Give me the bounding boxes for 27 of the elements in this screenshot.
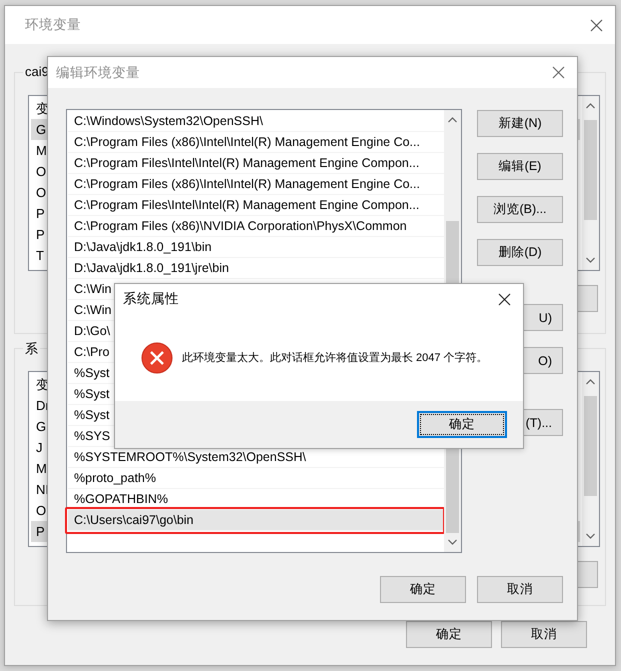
button[interactable]: 浏览(B)... [477,196,563,223]
cancel-button[interactable]: 取消 [477,576,563,603]
close-icon [498,292,510,306]
group-label: 系 [23,340,40,358]
button[interactable]: 新建(N) [477,110,563,137]
scrollbar[interactable] [582,96,599,270]
button[interactable]: 编辑(E) [477,153,563,180]
dialog-title: 编辑环境变量 [56,64,140,82]
close-icon [590,18,602,32]
ok-button[interactable]: 确定 [380,576,466,603]
ok-button[interactable]: 确定 [406,621,492,648]
scroll-up-icon[interactable] [448,117,457,123]
scroll-down-icon[interactable] [586,257,595,263]
scrollbar[interactable] [582,372,599,546]
message-box-title: 系统属性 [123,290,179,308]
list-item[interactable]: C:\Users\cai97\go\bin [68,510,444,531]
cancel-button[interactable]: 取消 [501,621,587,648]
ok-button[interactable]: 确定 [417,411,507,438]
error-icon [141,342,173,374]
scroll-down-icon[interactable] [448,539,457,545]
scroll-down-icon[interactable] [586,533,595,539]
scroll-up-icon[interactable] [586,379,595,385]
scroll-up-icon[interactable] [586,103,595,109]
error-message: 此环境变量太大。此对话框允许将值设置为最长 2047 个字符。 [182,350,488,365]
close-icon [552,66,564,79]
button[interactable]: 删除(D) [477,239,563,266]
window-title: 环境变量 [24,16,81,34]
